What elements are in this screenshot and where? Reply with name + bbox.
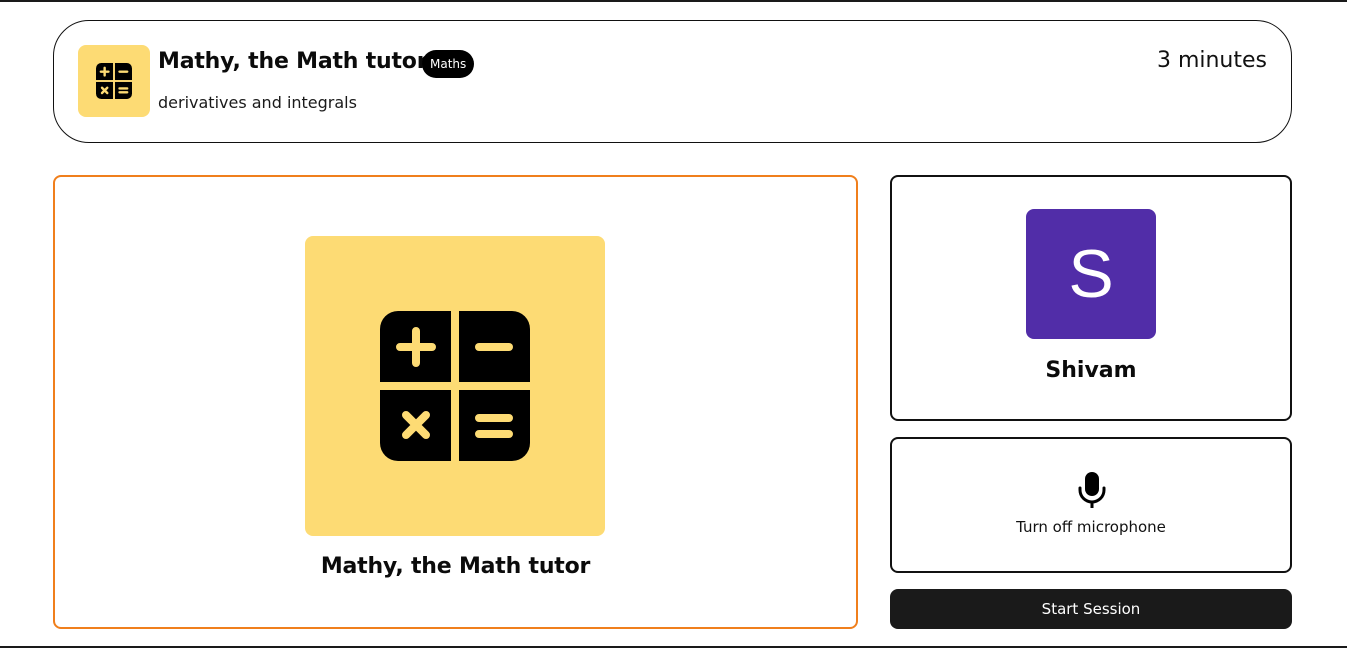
calculator-icon — [380, 311, 530, 461]
microphone-icon — [1078, 472, 1106, 508]
companion-title: Mathy, the Math tutor — [158, 49, 428, 74]
microphone-toggle-button[interactable]: Turn off microphone — [890, 437, 1292, 573]
calculator-icon — [96, 63, 132, 99]
companion-icon-tile — [78, 45, 150, 117]
session-duration: 3 minutes — [1156, 48, 1267, 73]
user-name: Shivam — [1045, 358, 1137, 383]
companion-card: Mathy, the Math tutor — [53, 175, 858, 629]
user-avatar: S — [1026, 209, 1156, 339]
start-session-button[interactable]: Start Session — [890, 589, 1292, 629]
microphone-toggle-label: Turn off microphone — [1016, 518, 1166, 536]
companion-name: Mathy, the Math tutor — [320, 554, 591, 579]
session-topic: derivatives and integrals — [158, 93, 357, 112]
subject-badge: Maths — [422, 50, 475, 78]
session-page: Mathy, the Math tutor Maths derivatives … — [0, 0, 1347, 648]
user-card: S Shivam — [890, 175, 1292, 421]
companion-avatar-tile — [305, 236, 605, 536]
companion-header-card: Mathy, the Math tutor Maths derivatives … — [53, 20, 1292, 143]
